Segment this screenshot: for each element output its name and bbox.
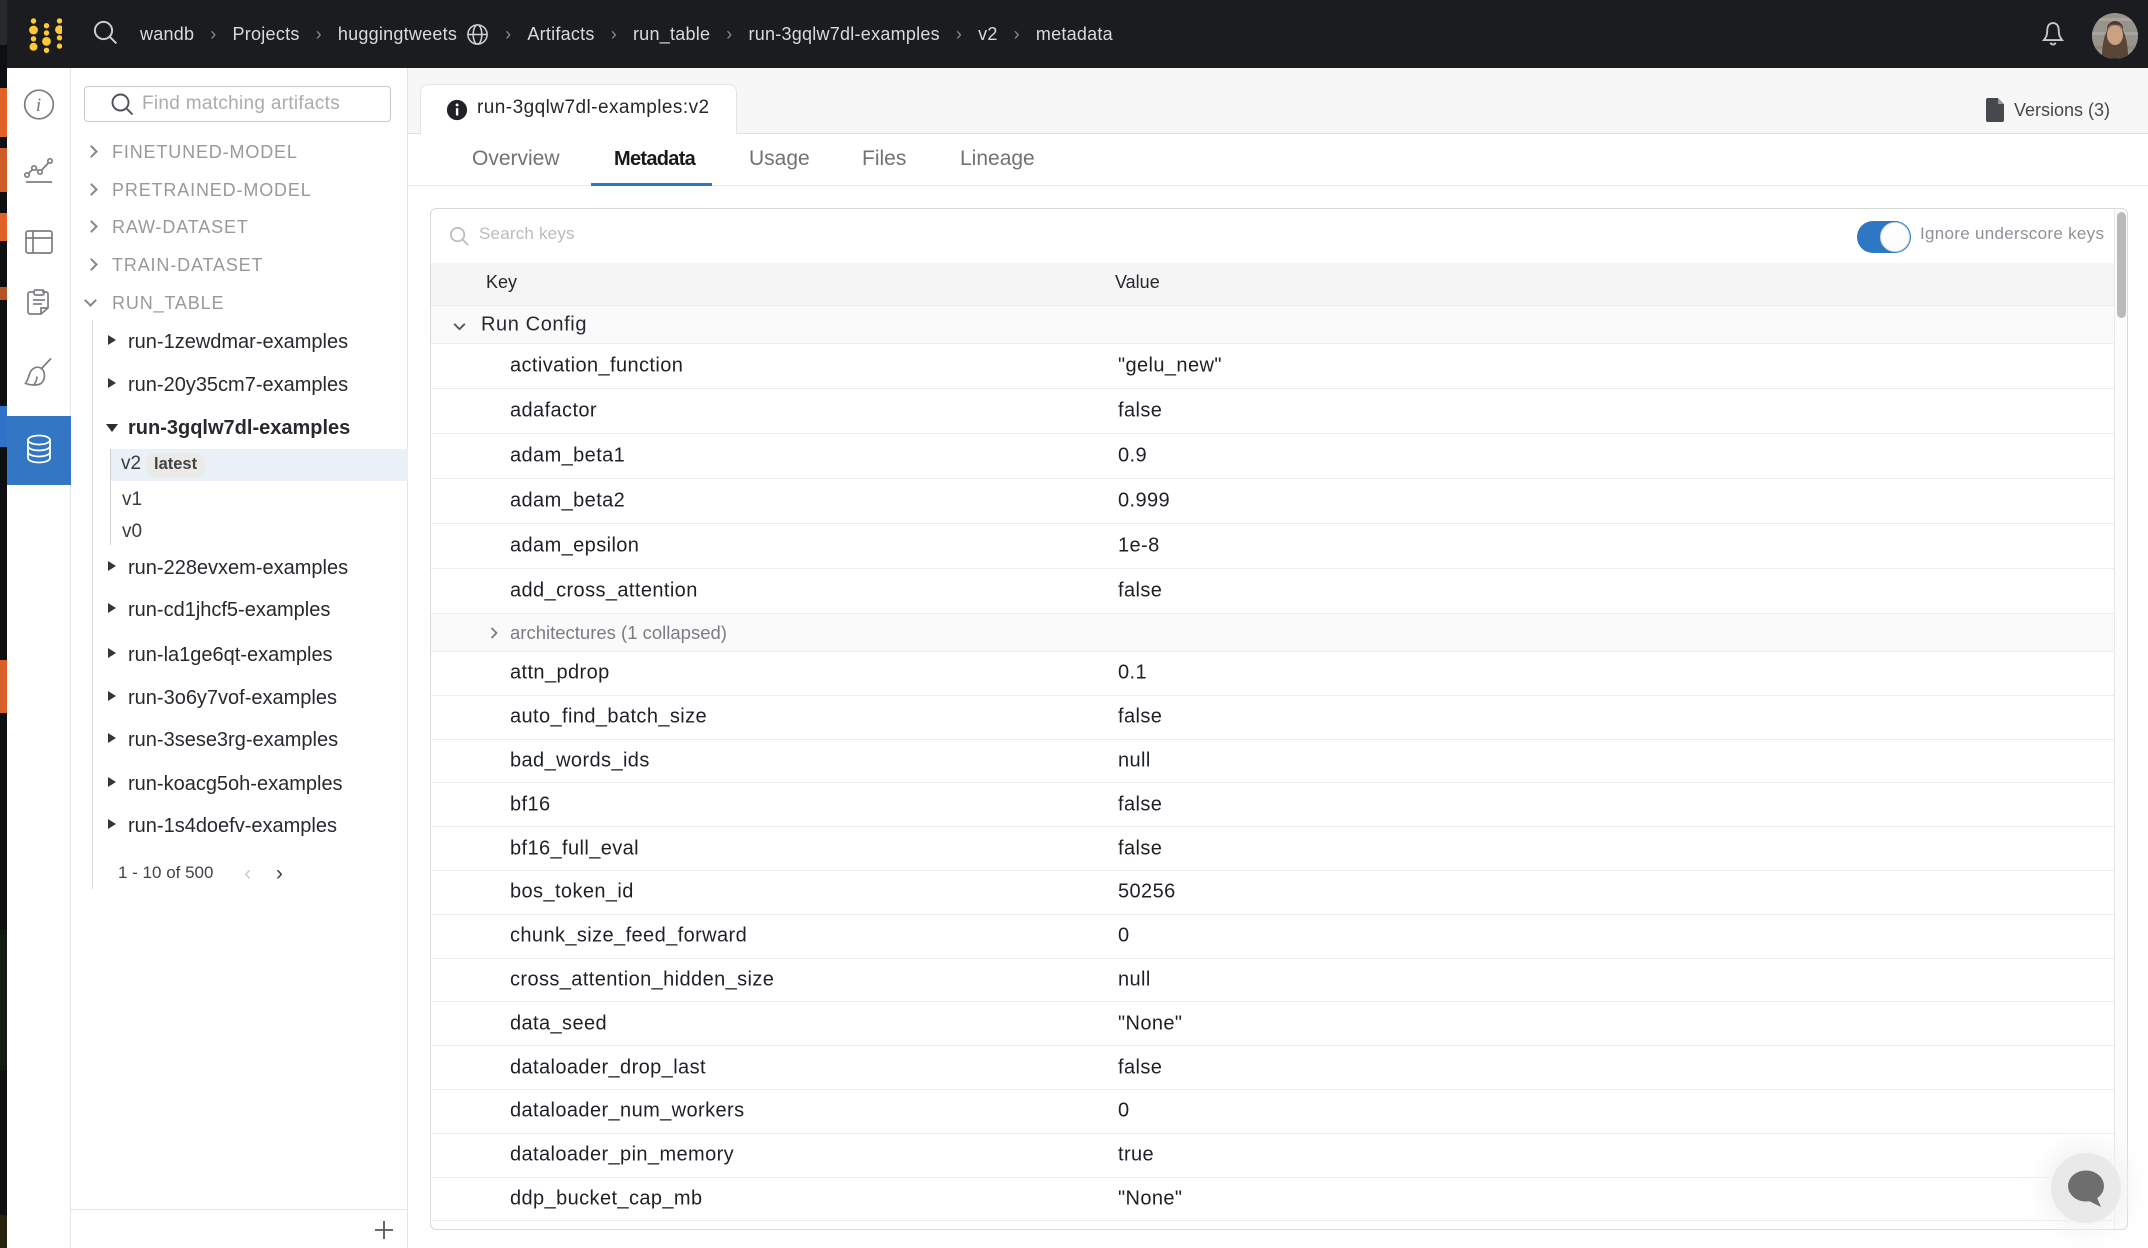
svg-text:i: i (36, 95, 41, 116)
